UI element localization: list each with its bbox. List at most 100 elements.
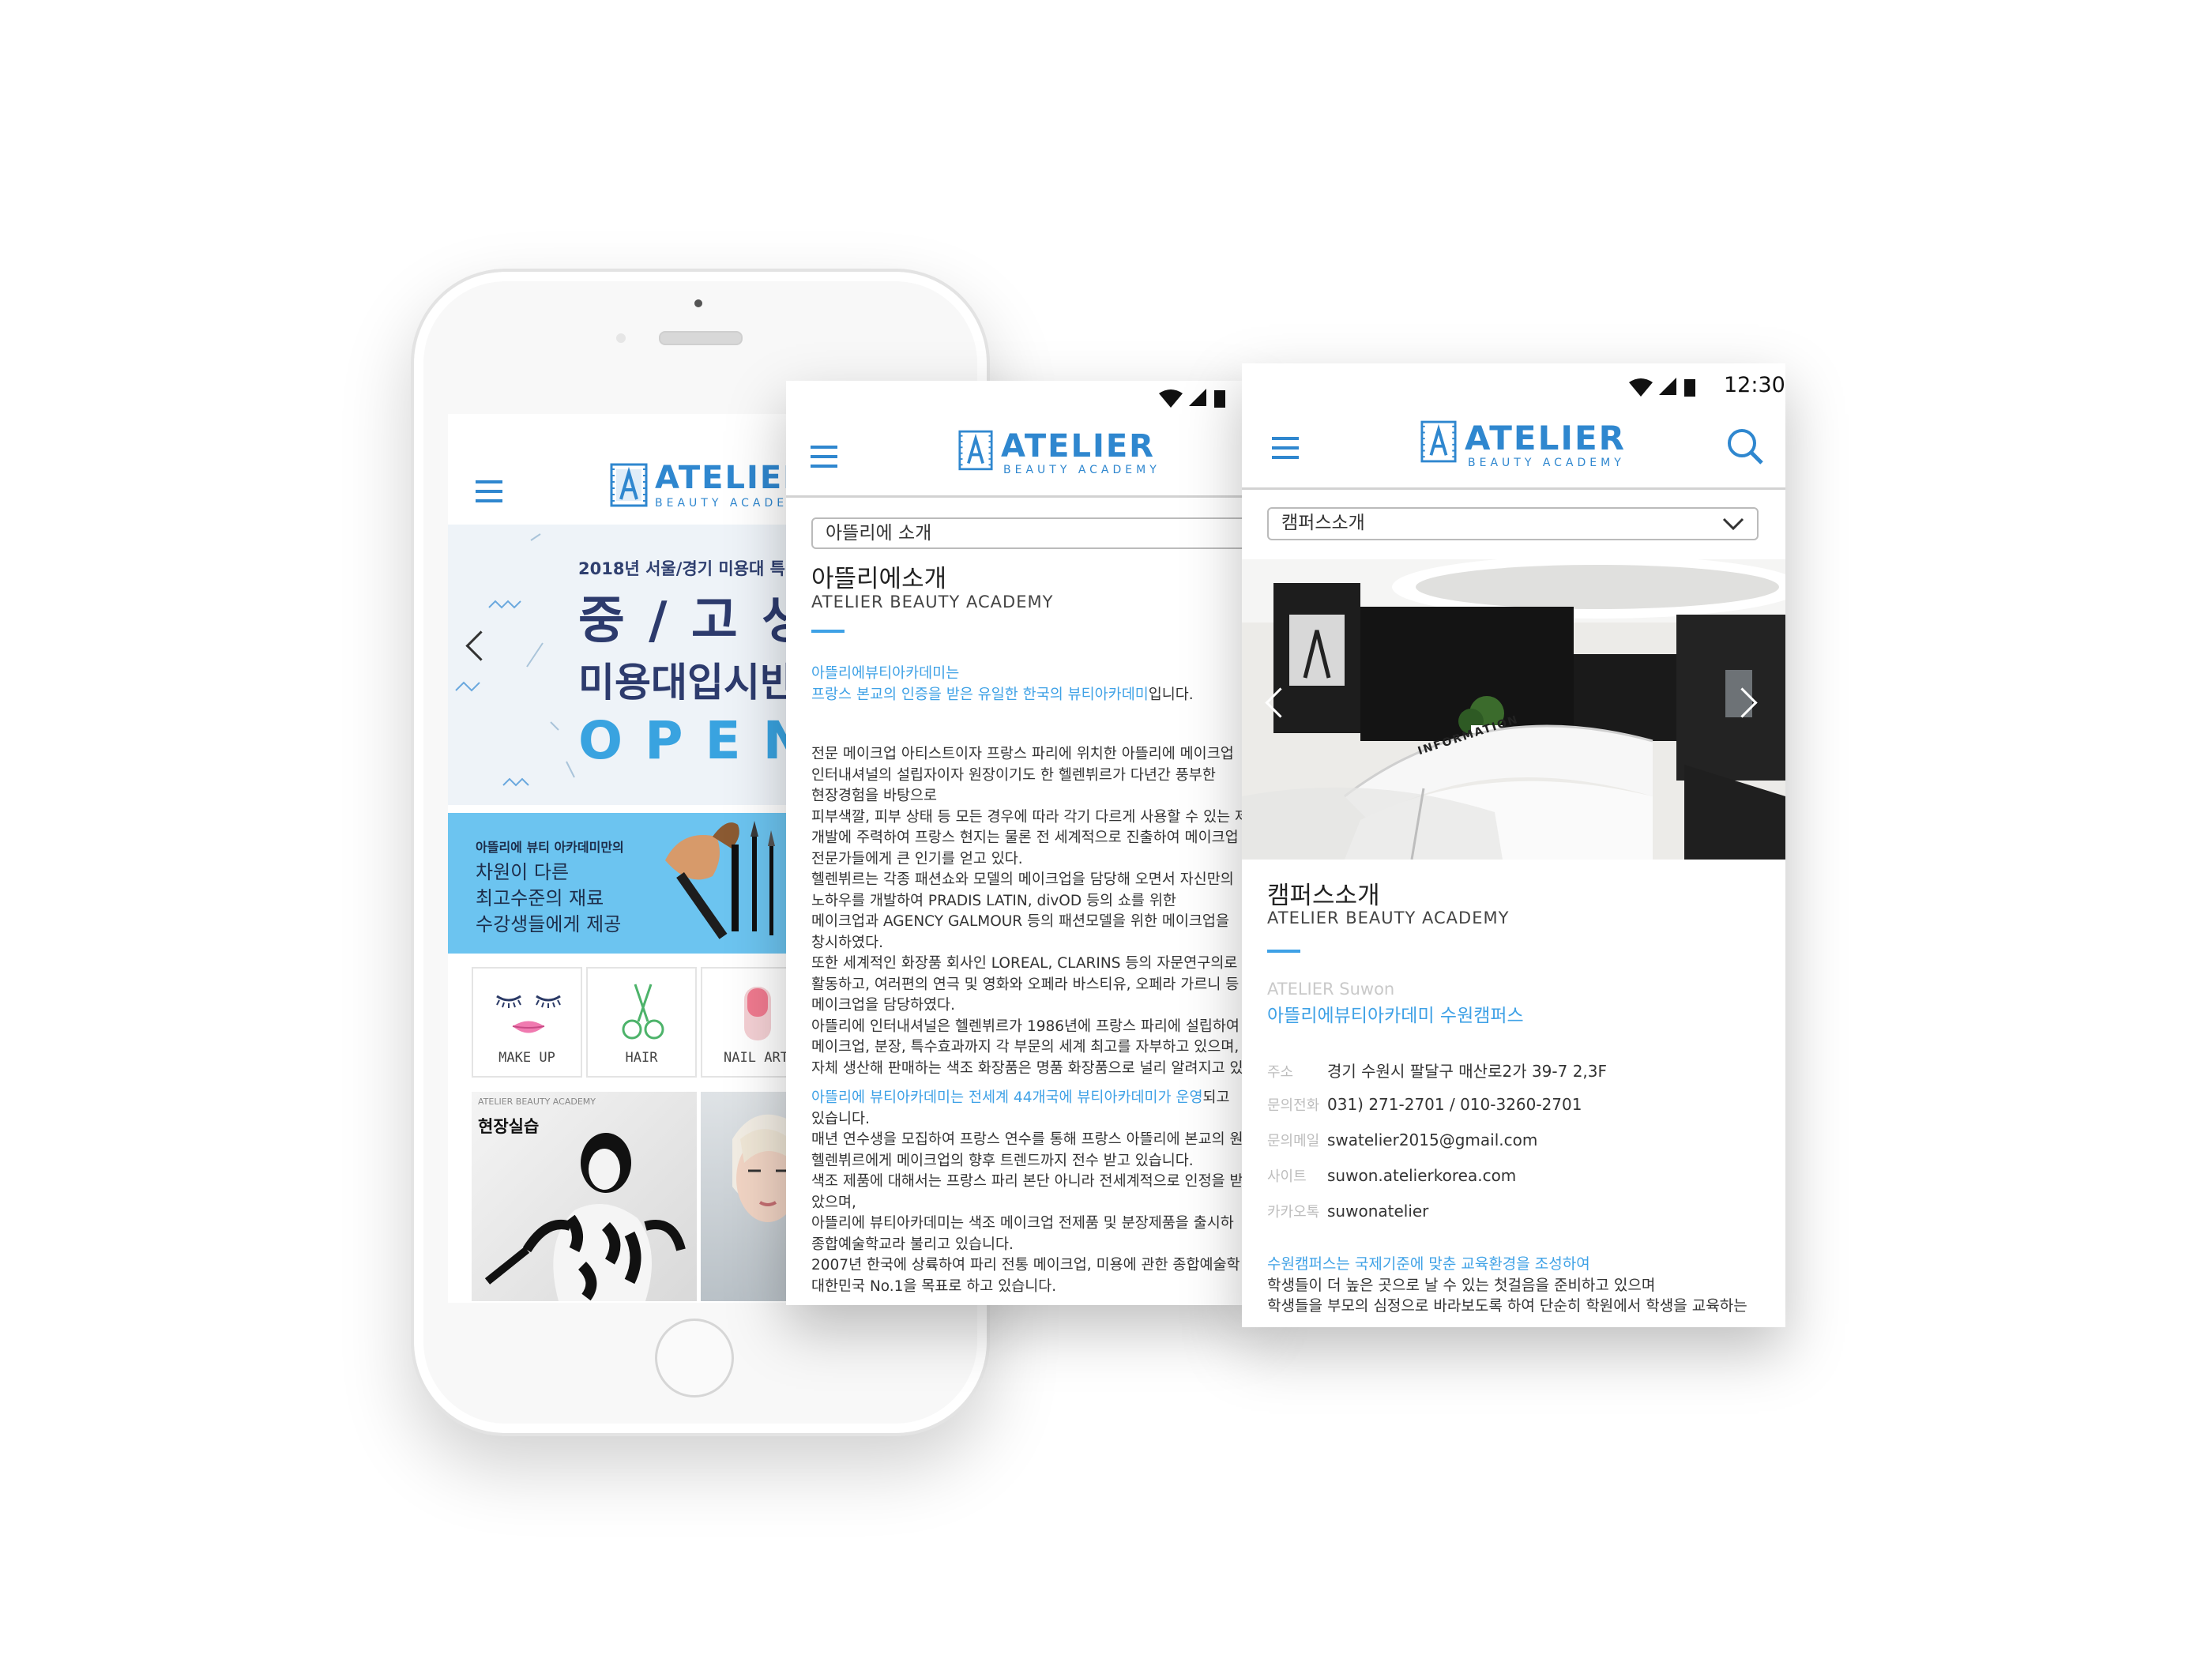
campus-desc-line: 학생들을 부모의 심정으로 바라보도록 하여 단순히 학원에서 학생을 교육하는 (1267, 1297, 1747, 1315)
brand-name: ATELIER (1465, 419, 1627, 457)
menu-icon[interactable] (811, 446, 837, 474)
body-line: 전문가들에게 큰 인기를 얻고 있다. (811, 850, 1023, 867)
info-value: suwon.atelierkorea.com (1327, 1166, 1517, 1185)
title-underline (811, 630, 845, 633)
body-line: 자체 생산해 판매하는 색조 화장품은 명품 화장품으로 널리 알려지고 있 (811, 1059, 1243, 1077)
status-time: 12:30 (1724, 373, 1785, 397)
body-line: 있습니다. (811, 1110, 870, 1127)
campus-photo (1242, 559, 1785, 860)
intro-paragraph: 아뜰리에뷰티아카데미는 프랑스 본교의 인증을 받은 유일한 한국의 뷰티아카데… (811, 664, 1194, 705)
campus-name-kr: 아뜰리에뷰티아카데미 수원캠퍼스 (1267, 1006, 1524, 1026)
intro-highlight-2: 프랑스 본교의 인증을 받은 유일한 한국의 뷰티아카데미 (811, 686, 1149, 703)
chevron-down-icon (1722, 517, 1744, 531)
info-address: 주소 경기 수원시 팔달구 매산로2가 39-7 2,3F (1267, 1059, 1607, 1082)
body-line: 피부색깔, 피부 상태 등 모든 경우에 따라 각기 다르게 사용할 수 있는 … (811, 808, 1249, 826)
body-line: 아뜰리에 뷰티아카데미는 색조 메이크업 전제품 및 분장제품을 출시하 (811, 1215, 1234, 1232)
menu-icon[interactable] (476, 480, 502, 509)
info-key: 사이트 (1267, 1168, 1307, 1185)
nail-icon (744, 987, 771, 1040)
atelier-logo-mark (958, 430, 993, 471)
info-site[interactable]: 사이트 suwon.atelierkorea.com (1267, 1165, 1516, 1186)
body-line: 현장경험을 바탕으로 (811, 788, 938, 804)
body-line: 전문 메이크업 아티스트이자 프랑스 파리에 위치한 아뜰리에 메이크업 (811, 746, 1234, 762)
body-paragraph-1: 전문 메이크업 아티스트이자 프랑스 파리에 위치한 아뜰리에 메이크업 인터내… (811, 744, 1248, 1079)
page-select[interactable]: 아뜰리에 소개 (811, 517, 1252, 549)
body-line: 인터내셔널의 설립자이자 원장이기도 한 헬렌뷔르가 다년간 풍부한 (811, 766, 1216, 784)
earpiece-speaker (659, 331, 743, 345)
atelier-logo-mark (1420, 420, 1457, 463)
banner-top-line: 2018년 서울/경기 미용대 특별 (578, 559, 801, 578)
promo-line2: 차원이 다른 (476, 861, 570, 883)
front-camera (694, 299, 702, 307)
campus-photo-carousel[interactable]: INFORMATION (1242, 559, 1785, 860)
category-hair[interactable]: HAIR (586, 967, 697, 1078)
campus-title: 캠퍼스소개 (1267, 882, 1380, 910)
info-key: 문의전화 (1267, 1097, 1320, 1114)
body-line: 대한민국 No.1을 목표로 하고 있습니다. (811, 1277, 1057, 1295)
info-email[interactable]: 문의메일 swatelier2015@gmail.com (1267, 1130, 1537, 1150)
android-screen-campus: 12:30 ATELIER BEAUTY ACADEMY 캠퍼스소개 INFOR… (1242, 363, 1785, 1327)
body-line: 창시하였다. (811, 934, 883, 951)
page-select[interactable]: 캠퍼스소개 (1267, 507, 1759, 540)
proximity-sensor (616, 333, 626, 343)
banner-headline: 중 / 고 생 (578, 592, 811, 650)
body-line: 개발에 주력하여 프랑스 현지는 물론 전 세계적으로 진출하여 메이크업 (811, 830, 1239, 846)
banner-sub-headline: 미용대입시반 (578, 660, 796, 705)
brand-sub: BEAUTY ACADEMY (1468, 457, 1625, 469)
gallery-tag: ATELIER BEAUTY ACADEMY (478, 1097, 596, 1107)
promo-line3: 최고수준의 재료 (476, 887, 604, 909)
status-icons (1629, 378, 1695, 397)
page-title: 아뜰리에소개 (811, 565, 947, 593)
body-line: 매년 연수생을 모집하여 프랑스 연수를 통해 프랑스 아뜰리에 본교의 원 (811, 1131, 1243, 1148)
category-label-make-up: MAKE UP (498, 1050, 555, 1066)
page-subtitle: ATELIER BEAUTY ACADEMY (811, 592, 1054, 611)
body2-highlight-tail: 되고 (1202, 1089, 1230, 1106)
lips-eyes-icon (496, 995, 561, 1033)
category-label-hair: HAIR (625, 1050, 658, 1066)
category-make-up[interactable]: MAKE UP (472, 967, 582, 1078)
search-icon[interactable] (1725, 427, 1765, 466)
campus-name-en: ATELIER Suwon (1267, 980, 1395, 999)
campus-subtitle: ATELIER BEAUTY ACADEMY (1267, 908, 1510, 927)
body-line: 헬렌뷔르에게 메이크업의 향후 트렌드까지 전수 받고 있습니다. (811, 1152, 1194, 1169)
body2-first-line: 아뜰리에 뷰티아카데미는 전세계 44개국에 뷰티아카데미가 운영되고 (811, 1088, 1243, 1109)
info-value: 경기 수원시 팔달구 매산로2가 39-7 2,3F (1327, 1062, 1608, 1081)
atelier-logo-mark (610, 463, 648, 507)
header-divider (786, 495, 1252, 498)
body-line: 메이크업을 담당하였다. (811, 997, 955, 1014)
campus-description: 수원캠퍼스는 국제기준에 맞춘 교육환경을 조성하여 학생들이 더 높은 곳으로… (1267, 1254, 1747, 1317)
info-phone[interactable]: 문의전화 031) 271-2701 / 010-3260-2701 (1267, 1094, 1582, 1115)
campus-desc-line: 학생들이 더 높은 곳으로 날 수 있는 첫걸음을 준비하고 있으며 (1267, 1276, 1656, 1294)
scissors-icon (622, 984, 664, 1040)
model-photo (484, 1133, 686, 1301)
brand-name: ATELIER (1001, 428, 1155, 465)
body-line: 아뜰리에 인터내셔널은 헬렌뷔르가 1986년에 프랑스 파리에 설립하여 (811, 1018, 1240, 1035)
home-button[interactable] (655, 1319, 734, 1398)
header-divider (1242, 487, 1785, 490)
info-key: 카카오톡 (1267, 1204, 1320, 1221)
promo-line1: 아뜰리에 뷰티 아카데미만의 (476, 840, 624, 855)
android-screen-about: ATELIER BEAUTY ACADEMY 아뜰리에 소개 아뜰리에소개 AT… (786, 381, 1252, 1305)
info-key: 주소 (1267, 1064, 1294, 1081)
intro-highlight-1: 아뜰리에뷰티아카데미는 (811, 665, 960, 682)
menu-icon[interactable] (1272, 437, 1299, 465)
makeup-brushes-image (665, 821, 775, 939)
body-line: 았으며, (811, 1194, 856, 1211)
info-key: 문의메일 (1267, 1133, 1320, 1149)
gallery-practice[interactable]: ATELIER BEAUTY ACADEMY 현장실습 (472, 1092, 697, 1301)
body-line: 또한 세계적인 화장품 회사인 LOREAL, CLARINS 등의 자문연구의… (811, 955, 1238, 972)
title-underline (1267, 950, 1300, 953)
info-value: suwonatelier (1327, 1202, 1429, 1221)
body-paragraph-2: 아뜰리에 뷰티아카데미는 전세계 44개국에 뷰티아카데미가 운영되고 있습니다… (811, 1088, 1243, 1297)
body-line: 2007년 한국에 상륙하여 파리 전통 메이크업, 미용에 관한 종합예술학 (811, 1257, 1240, 1273)
body-line: 색조 제품에 대해서는 프랑스 파리 본단 아니라 전세계적으로 인정을 받 (811, 1173, 1243, 1190)
status-icons (1159, 389, 1225, 408)
promo-line4: 수강생들에게 제공 (476, 913, 622, 935)
page-select-value: 캠퍼스소개 (1281, 513, 1365, 533)
info-kakao[interactable]: 카카오톡 suwonatelier (1267, 1201, 1428, 1221)
intro-tail: 입니다. (1148, 686, 1194, 703)
body-line: 헬렌뷔르는 각종 패션쇼와 모델의 메이크업을 담당해 오면서 자신만의 (811, 871, 1234, 888)
body-line: 종합예술학교라 불리고 있습니다. (811, 1236, 1014, 1253)
body-line: 메이크업과 AGENCY GALMOUR 등의 패션모델을 위한 메이크업을 (811, 913, 1229, 930)
info-value: swatelier2015@gmail.com (1327, 1130, 1538, 1149)
